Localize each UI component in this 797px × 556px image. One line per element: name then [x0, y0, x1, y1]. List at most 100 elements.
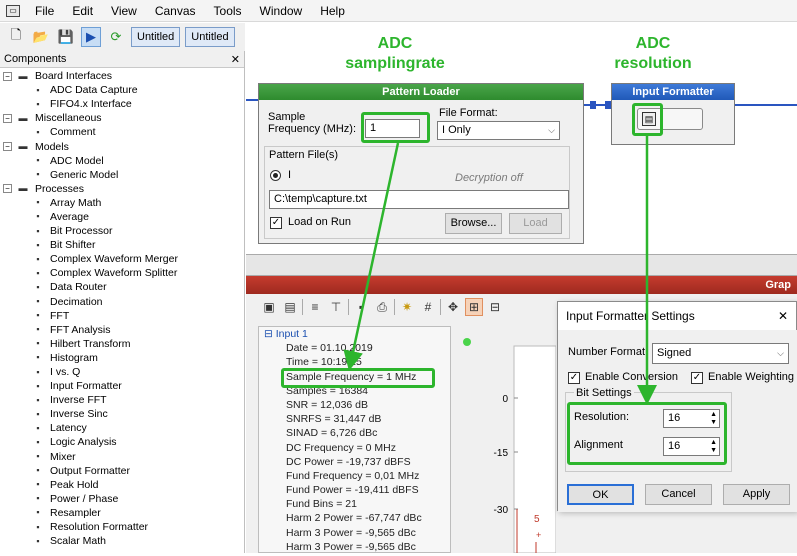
sidebar-item-latency[interactable]: ▪ Latency: [0, 421, 244, 435]
apply-button[interactable]: Apply: [723, 484, 790, 505]
sidebar-item-peak-hold[interactable]: ▪ Peak Hold: [0, 478, 244, 492]
average-icon: ▪: [36, 211, 40, 222]
sidebar-item-label: Hilbert Transform: [50, 337, 131, 350]
sidebar-item-average[interactable]: ▪ Average: [0, 210, 244, 224]
sidebar-item-scalar-math[interactable]: ▪ Scalar Math: [0, 534, 244, 548]
resolution-spinner[interactable]: 16 ▲ ▼: [663, 409, 720, 428]
sidebar-item-hilbert-transform[interactable]: ▪ Hilbert Transform: [0, 337, 244, 351]
sidebar-item-complex-waveform-splitter[interactable]: ▪ Complex Waveform Splitter: [0, 266, 244, 280]
menu-canvas[interactable]: Canvas: [146, 4, 205, 18]
sidebar-item-inverse-sinc[interactable]: ▪ Inverse Sinc: [0, 407, 244, 421]
sidebar-item-complex-waveform-merger[interactable]: ▪ Complex Waveform Merger: [0, 252, 244, 266]
sidebar-item-resolution-formatter[interactable]: ▪ Resolution Formatter: [0, 520, 244, 534]
sidebar-item-models[interactable]: − ▬ Models: [0, 139, 244, 153]
sidebar-item-processes[interactable]: − ▬ Processes: [0, 182, 244, 196]
sidebar-item-i-vs-q[interactable]: ▪ I vs. Q: [0, 365, 244, 379]
sidebar-item-logic-analysis[interactable]: ▪ Logic Analysis: [0, 435, 244, 449]
tab-untitled-2[interactable]: Untitled: [185, 27, 235, 47]
input-formatter-block[interactable]: Input Formatter ▤: [611, 83, 735, 145]
marker-icon[interactable]: ✷: [398, 298, 416, 316]
annotation-left-sub: samplingrate: [345, 55, 445, 72]
spectrum-plot[interactable]: 0 -15 -30 5 +: [456, 326, 557, 554]
dialog-titlebar[interactable]: Input Formatter Settings ✕: [558, 302, 796, 330]
table-icon[interactable]: ▤: [281, 298, 299, 316]
cancel-button[interactable]: Cancel: [645, 484, 712, 505]
sidebar-item-mixer[interactable]: ▪ Mixer: [0, 450, 244, 464]
collapse-icon[interactable]: −: [3, 142, 12, 152]
spinner-arrows-icon[interactable]: ▲ ▼: [710, 411, 717, 427]
enable-conversion-checkbox[interactable]: ✓: [568, 372, 580, 384]
sidebar-item-label: Resolution Formatter: [50, 521, 149, 534]
sidebar-item-fft-analysis[interactable]: ▪ FFT Analysis: [0, 323, 244, 337]
close-icon[interactable]: ✕: [231, 53, 240, 66]
menu-window[interactable]: Window: [251, 4, 312, 18]
tree-icon[interactable]: ⊤: [327, 298, 345, 316]
tab-untitled-1[interactable]: Untitled: [131, 27, 181, 47]
sidebar-item-data-router[interactable]: ▪ Data Router: [0, 280, 244, 294]
load-on-run-checkbox[interactable]: ✓: [270, 217, 282, 229]
save-icon[interactable]: 💾: [56, 27, 76, 47]
pattern-file-path[interactable]: C:\temp\capture.txt: [269, 190, 569, 209]
sidebar-item-board-interfaces[interactable]: − ▬ Board Interfaces: [0, 69, 244, 83]
sidebar-item-decimation[interactable]: ▪ Decimation: [0, 295, 244, 309]
load-button[interactable]: Load: [509, 213, 562, 234]
enable-weighting-checkbox[interactable]: ✓: [691, 372, 703, 384]
sidebar-item-adc-model[interactable]: ▪ ADC Model: [0, 154, 244, 168]
collapse-icon[interactable]: −: [3, 184, 12, 194]
components-panel: Components ✕ − ▬ Board Interfaces ▪ ADC Data…: [0, 51, 245, 553]
fft-icon: ▪: [36, 310, 40, 321]
components-header: Components ✕: [0, 51, 244, 68]
sidebar-item-inverse-fft[interactable]: ▪ Inverse FFT: [0, 393, 244, 407]
open-folder-icon[interactable]: 📂: [31, 27, 51, 47]
radio-i[interactable]: [270, 170, 281, 181]
y-tick-0: 0: [502, 394, 508, 405]
menu-help[interactable]: Help: [311, 4, 354, 18]
browse-button[interactable]: Browse...: [445, 213, 502, 234]
sidebar-item-adc-data-capture[interactable]: ▪ ADC Data Capture: [0, 83, 244, 97]
sidebar-item-output-formatter[interactable]: ▪ Output Formatter: [0, 464, 244, 478]
spinner-arrows-icon[interactable]: ▲ ▼: [710, 439, 717, 455]
sidebar-item-bit-shifter[interactable]: ▪ Bit Shifter: [0, 238, 244, 252]
new-icon[interactable]: 🗋: [6, 27, 26, 47]
zoom-x-icon[interactable]: ⊞: [465, 298, 483, 316]
zoom-chart-icon[interactable]: ▣: [260, 298, 278, 316]
collapse-icon[interactable]: −: [3, 71, 12, 81]
sample-frequency-input[interactable]: 1: [365, 119, 420, 138]
pattern-loader-block[interactable]: Pattern Loader Sample Frequency (MHz): 1…: [258, 83, 584, 244]
sidebar-item-array-math[interactable]: ▪ Array Math: [0, 196, 244, 210]
print-icon[interactable]: ⎙: [373, 298, 391, 316]
menu-file[interactable]: File: [26, 4, 63, 18]
sidebar-item-generic-model[interactable]: ▪ Generic Model: [0, 168, 244, 182]
info-row: DC Power = -19,737 dBFS: [286, 455, 411, 468]
category-icon: ▬: [18, 183, 28, 194]
ok-button[interactable]: OK: [567, 484, 634, 505]
menu-view[interactable]: View: [102, 4, 146, 18]
close-icon[interactable]: ✕: [778, 309, 788, 323]
dialog-title: Input Formatter Settings: [566, 309, 695, 323]
collapse-icon[interactable]: −: [3, 113, 12, 123]
sidebar-item-power-phase[interactable]: ▪ Power / Phase: [0, 492, 244, 506]
menu-edit[interactable]: Edit: [63, 4, 102, 18]
sidebar-item-resampler[interactable]: ▪ Resampler: [0, 506, 244, 520]
save-icon[interactable]: ▪: [352, 298, 370, 316]
sidebar-item-comment[interactable]: ▪ Comment: [0, 125, 244, 139]
refresh-icon[interactable]: ⟳: [106, 27, 126, 47]
sidebar-item-miscellaneous[interactable]: − ▬ Miscellaneous: [0, 111, 244, 125]
run-icon[interactable]: ▶: [81, 27, 101, 47]
sidebar-item-fft[interactable]: ▪ FFT: [0, 309, 244, 323]
tree-root-input[interactable]: ⊟ Input 1: [259, 327, 450, 341]
sidebar-item-bit-processor[interactable]: ▪ Bit Processor: [0, 224, 244, 238]
pan-icon[interactable]: ✥: [444, 298, 462, 316]
alignment-spinner[interactable]: 16 ▲ ▼: [663, 437, 720, 456]
sidebar-item-input-formatter[interactable]: ▪ Input Formatter: [0, 379, 244, 393]
sidebar-item-label: Power / Phase: [50, 492, 119, 505]
menu-tools[interactable]: Tools: [205, 4, 251, 18]
sidebar-item-label: Latency: [50, 422, 87, 435]
grid-icon[interactable]: #: [419, 298, 437, 316]
list-icon[interactable]: ≡: [306, 298, 324, 316]
sidebar-item-histogram[interactable]: ▪ Histogram: [0, 351, 244, 365]
number-format-select[interactable]: Signed ⌵: [652, 343, 789, 364]
sidebar-item-fifo4-x-interface[interactable]: ▪ FIFO4.x Interface: [0, 97, 244, 111]
zoom-y-icon[interactable]: ⊟: [486, 298, 504, 316]
file-format-select[interactable]: I Only ⌵: [437, 121, 560, 140]
